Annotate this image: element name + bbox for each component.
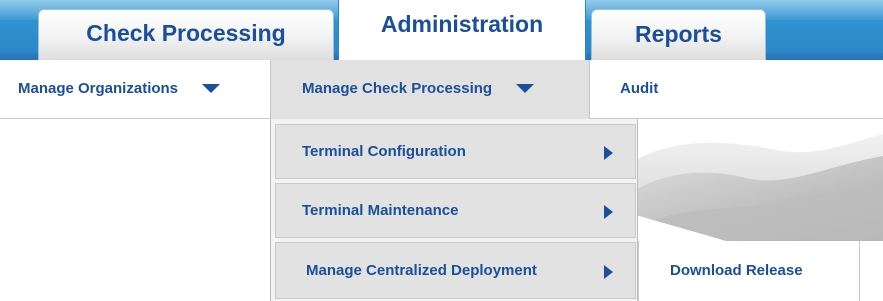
menu-audit-label: Audit [620, 80, 659, 97]
tab-reports-label: Reports [635, 21, 722, 47]
tab-administration[interactable]: Administration [338, 0, 586, 60]
menu-audit[interactable]: Audit [590, 60, 710, 118]
menu-terminal-maintenance[interactable]: Terminal Maintenance [275, 183, 636, 238]
menu-terminal-configuration[interactable]: Terminal Configuration [275, 124, 636, 179]
tab-administration-label: Administration [380, 11, 544, 37]
tab-reports[interactable]: Reports [591, 9, 766, 60]
menu-manage-centralized-deployment-label: Manage Centralized Deployment [306, 262, 537, 279]
menu-terminal-configuration-label: Terminal Configuration [302, 143, 466, 160]
menu-manage-organizations-label: Manage Organizations [18, 80, 179, 97]
menu-manage-organizations[interactable]: Manage Organizations [0, 60, 270, 118]
menu-manage-check-processing-label: Manage Check Processing [302, 80, 493, 97]
tab-check-processing-label: Check Processing [86, 20, 286, 46]
chevron-right-icon [604, 264, 613, 279]
chevron-down-icon [516, 83, 535, 93]
chevron-right-icon [604, 145, 613, 160]
tab-check-processing[interactable]: Check Processing [38, 9, 334, 60]
menu-manage-check-processing[interactable]: Manage Check Processing [270, 60, 590, 119]
landscape-illustration [636, 120, 883, 241]
check-processing-dropdown: Terminal Configuration Terminal Maintena… [270, 119, 638, 301]
main-tab-bar: Check Processing Administration Reports [0, 0, 883, 60]
chevron-down-icon [202, 83, 221, 93]
menu-download-release[interactable]: Download Release [638, 241, 860, 301]
admin-submenu-bar: Manage Organizations Manage Check Proces… [0, 60, 883, 119]
background-banner-image [636, 120, 883, 241]
chevron-right-icon [604, 204, 613, 219]
menu-download-release-label: Download Release [670, 262, 803, 279]
menu-terminal-maintenance-label: Terminal Maintenance [302, 202, 459, 219]
menu-manage-centralized-deployment[interactable]: Manage Centralized Deployment [275, 242, 636, 299]
